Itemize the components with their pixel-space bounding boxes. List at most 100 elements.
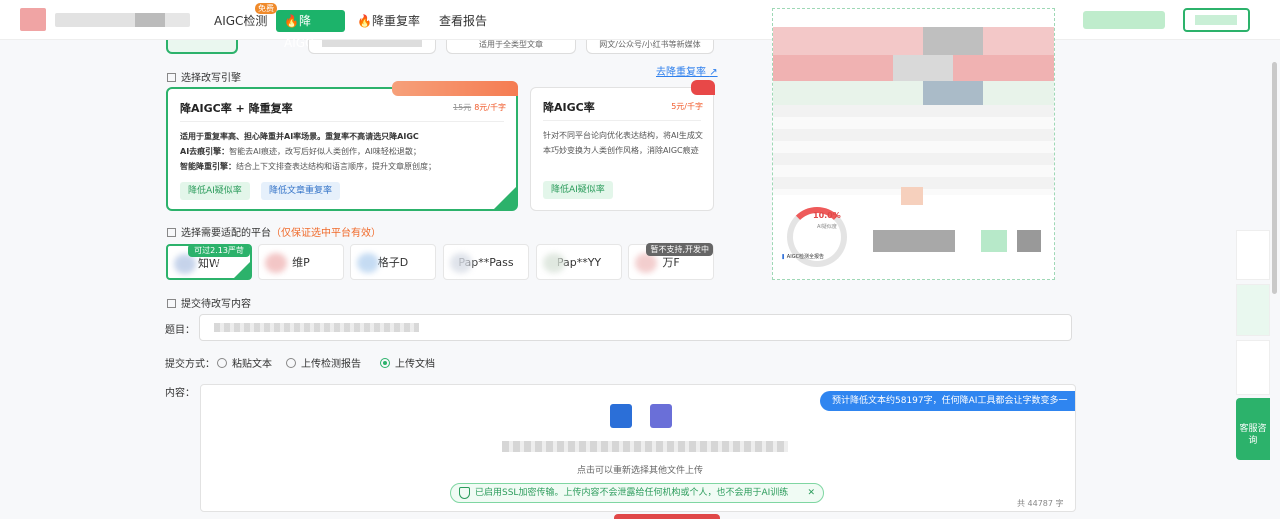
tag-lower-duplicate: 降低文章重复率 <box>261 182 341 200</box>
engine-card-price: 5元/千字 <box>671 101 703 112</box>
platform-name: 格子D <box>377 256 409 269</box>
engine-card-desc: 适用于重复率高、担心降重并AI率场景。重复率不高请选只降AIGC AI去痕引擎：… <box>180 129 510 174</box>
mode-upload-doc[interactable]: 上传文档 <box>380 355 435 370</box>
platform-option-paperpass[interactable]: Pap**Pass <box>443 244 529 280</box>
platform-section-label: 选择需要适配的平台（仅保证选中平台有效） <box>167 224 381 239</box>
platform-badge: 暂不支持,开发中 <box>646 243 713 256</box>
engine-card-price: 15元 8元/千字 <box>453 102 506 113</box>
platform-option-paperyy[interactable]: Pap**YY <box>536 244 622 280</box>
platform-badge: 可过2.13严苛版 <box>188 244 250 268</box>
tag-lower-ai: 降低AI疑似率 <box>180 182 250 200</box>
engine-intro: 适用于重复率高、担心降重并AI率场景。重复率不高请选只降AIGC <box>180 132 419 141</box>
uploaded-filename-blurred[interactable] <box>502 441 788 452</box>
engine-section-text: 选择改写引擎 <box>181 73 241 84</box>
nav-reduce-duplicate-label: 降重复率 <box>371 14 420 28</box>
external-link-icon: ↗ <box>709 67 718 78</box>
platform-option-gezida[interactable]: 格子D <box>350 244 436 280</box>
radio-selected-icon <box>380 358 390 368</box>
scenario-card-stub[interactable]: 网文/公众号/小红书等新媒体 <box>586 40 714 54</box>
customer-service-button[interactable]: 客服咨询 <box>1236 398 1270 460</box>
free-badge: 免费 <box>255 3 277 14</box>
radio-icon <box>217 358 227 368</box>
reupload-hint[interactable]: 点击可以重新选择其他文件上传 <box>0 463 1280 476</box>
char-count: 共 44787 字 <box>1017 499 1064 508</box>
side-tool-2[interactable] <box>1236 284 1270 336</box>
tag-lower-ai: 降低AI疑似率 <box>543 181 613 199</box>
ssl-notice: 已启用SSL加密传输。上传内容不会泄露给任何机构或个人，也不会用于AI训练 ✕ <box>450 483 824 503</box>
user-info-blurred[interactable] <box>1083 11 1165 29</box>
scenario-card-stub[interactable] <box>308 40 436 54</box>
mode-label: 提交方式： <box>165 359 215 370</box>
engine-card-title: 降AIGC率 <box>543 101 595 114</box>
mode-label-text: 粘贴文本 <box>232 359 272 370</box>
account-button[interactable] <box>1183 8 1250 32</box>
side-tool-3[interactable] <box>1236 340 1270 395</box>
engine-card-aigc[interactable]: 降AIGC率 5元/千字 针对不同平台论向优化表达结构，将AI生成文本巧妙变换为… <box>530 80 715 211</box>
platform-logo-blurred <box>357 253 379 273</box>
platform-option-wanfang[interactable]: 暂不支持,开发中 万F <box>628 243 714 280</box>
engine-card-combo[interactable]: 降AIGC率 + 降重复率 15元 8元/千字 适用于重复率高、担心降重并AI率场… <box>166 81 518 211</box>
platform-option-weipu[interactable]: 维P <box>258 244 344 280</box>
preview-percent-caption: AI疑似度 <box>817 224 837 230</box>
engine-line1-val: 智能去AI痕迹，改写后好似人类创作，AI味轻松退散； <box>229 147 421 156</box>
report-preview-image[interactable]: 10.0% AI疑似度 ❚ AIGC检测全报告 <box>772 8 1055 280</box>
engine-line1-key: AI去痕引擎： <box>180 147 230 156</box>
site-logo[interactable] <box>20 8 46 31</box>
mode-label-text: 上传文档 <box>395 359 435 370</box>
top-navigation-bar: AIGC检测 免费 🔥降AIGC 🔥降重复率 查看报告 <box>0 0 1280 50</box>
new-price: 8元/千字 <box>474 103 506 112</box>
ssl-notice-text: 已启用SSL加密传输。上传内容不会泄露给任何机构或个人，也不会用于AI训练 <box>475 488 789 498</box>
platform-option-zhiwang[interactable]: 可过2.13严苛版 知W <box>166 244 252 280</box>
old-price: 15元 <box>453 103 472 112</box>
divider <box>543 120 701 121</box>
promo-ribbon-blurred <box>392 81 518 96</box>
selected-check-icon <box>234 262 250 278</box>
platform-tip: （仅保证选中平台有效） <box>271 228 381 239</box>
engine-line2-key: 智能降重引擎： <box>180 162 236 171</box>
mode-upload-report[interactable]: 上传检测报告 <box>286 355 361 370</box>
content-label: 内容： <box>165 388 195 399</box>
submit-button-partial[interactable] <box>614 514 720 519</box>
go-duplicate-link-text: 去降重复率 <box>656 67 706 78</box>
submit-section-text: 提交待改写内容 <box>181 299 251 310</box>
platform-logo-blurred <box>543 253 565 273</box>
nav-reduce-aigc[interactable]: 🔥降AIGC <box>276 10 345 50</box>
submit-section-label: 提交待改写内容 <box>167 295 251 310</box>
selected-check-icon <box>494 187 516 209</box>
scenario-card-stub[interactable]: 适用于全类型文章 <box>446 40 576 54</box>
engine-line2-val: 结合上下文排查表达结构和语言顺序，提升文章原创度； <box>236 162 436 171</box>
section-icon <box>167 73 176 82</box>
platform-logo-blurred <box>174 254 196 274</box>
platform-logo-blurred <box>635 253 657 273</box>
page-scrollbar[interactable] <box>1272 62 1277 294</box>
shield-icon <box>459 487 470 499</box>
engine-section-label: 选择改写引擎 <box>167 69 241 84</box>
title-label: 题目： <box>165 325 195 336</box>
word-doc-icon <box>610 404 632 428</box>
preview-footer: ❚ AIGC检测全报告 <box>781 254 825 260</box>
customer-service-label: 客服咨询 <box>1239 424 1267 446</box>
mode-paste-text[interactable]: 粘贴文本 <box>217 355 272 370</box>
close-icon[interactable]: ✕ <box>807 484 815 502</box>
platform-section-text: 选择需要适配的平台 <box>181 228 271 239</box>
site-name-blurred[interactable] <box>55 13 190 27</box>
section-icon <box>167 299 176 308</box>
nav-reduce-duplicate[interactable]: 🔥降重复率 <box>349 10 428 32</box>
nav-view-report[interactable]: 查看报告 <box>431 10 495 32</box>
title-input[interactable] <box>199 314 1072 341</box>
estimate-tip: 预计降低文本约58197字，任何降AI工具都会让字数变多一 <box>820 391 1075 411</box>
side-tool-1[interactable] <box>1236 230 1270 280</box>
radio-icon <box>286 358 296 368</box>
fire-icon: 🔥 <box>284 14 299 28</box>
go-duplicate-link[interactable]: 去降重复率 ↗ <box>656 63 718 78</box>
platform-logo-blurred <box>450 253 472 273</box>
promo-ribbon-blurred <box>691 80 715 95</box>
engine-card-desc: 针对不同平台论向优化表达结构，将AI生成文本巧妙变换为人类创作风格，消除AIGC… <box>543 131 703 155</box>
preview-footer-text: AIGC检测全报告 <box>786 254 825 260</box>
scenario-card-stub-active[interactable] <box>166 40 238 54</box>
divider <box>180 121 504 122</box>
platform-logo-blurred <box>265 253 287 273</box>
engine-card-title: 降AIGC率 + 降重复率 <box>180 102 293 115</box>
platform-name: 维P <box>292 256 310 269</box>
fire-icon: 🔥 <box>357 14 372 28</box>
